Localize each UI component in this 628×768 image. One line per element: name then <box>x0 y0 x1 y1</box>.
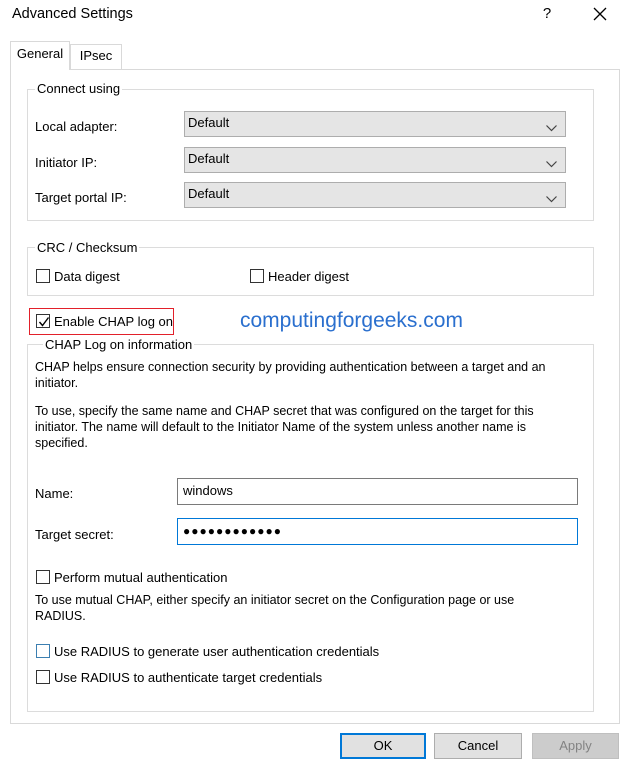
close-button[interactable] <box>582 0 618 30</box>
tab-general[interactable]: General <box>10 41 70 70</box>
chevron-down-icon <box>546 191 557 206</box>
watermark-text: computingforgeeks.com <box>240 309 463 332</box>
header-digest-checkbox[interactable] <box>250 269 264 283</box>
chap-usage-description: To use, specify the same name and CHAP s… <box>35 404 534 450</box>
chevron-down-icon <box>546 120 557 135</box>
data-digest-label: Data digest <box>54 269 120 284</box>
connect-using-legend: Connect using <box>35 81 123 96</box>
local-adapter-value: Default <box>188 115 230 130</box>
header-digest-label: Header digest <box>268 269 349 284</box>
radius-target-checkbox[interactable] <box>36 670 50 684</box>
window-title: Advanced Settings <box>12 6 133 22</box>
target-secret-input[interactable]: ●●●●●●●●●●●● <box>177 518 578 545</box>
name-label: Name: <box>35 486 74 501</box>
mutual-auth-checkbox[interactable] <box>36 570 50 584</box>
target-secret-value: ●●●●●●●●●●●● <box>183 524 282 538</box>
close-icon <box>593 7 607 24</box>
target-secret-label: Target secret: <box>35 527 114 542</box>
name-input[interactable]: windows <box>177 478 578 505</box>
cancel-button[interactable]: Cancel <box>434 733 522 759</box>
help-button[interactable]: ? <box>532 0 562 30</box>
ok-button[interactable]: OK <box>340 733 426 759</box>
radius-generate-label: Use RADIUS to generate user authenticati… <box>54 644 380 659</box>
chevron-down-icon <box>546 156 557 171</box>
local-adapter-label: Local adapter: <box>35 119 118 134</box>
enable-chap-label: Enable CHAP log on <box>54 314 174 329</box>
mutual-auth-description: To use mutual CHAP, either specify an in… <box>35 593 515 623</box>
initiator-ip-select[interactable]: Default <box>184 147 566 173</box>
mutual-auth-label: Perform mutual authentication <box>54 570 228 585</box>
tab-ipsec[interactable]: IPsec <box>70 44 122 69</box>
initiator-ip-label: Initiator IP: <box>35 155 98 170</box>
initiator-ip-value: Default <box>188 151 230 166</box>
target-portal-ip-select[interactable]: Default <box>184 182 566 208</box>
target-portal-ip-label: Target portal IP: <box>35 190 127 205</box>
local-adapter-select[interactable]: Default <box>184 111 566 137</box>
apply-button[interactable]: Apply <box>532 733 619 759</box>
radius-generate-checkbox[interactable] <box>36 644 50 658</box>
radius-target-label: Use RADIUS to authenticate target creden… <box>54 670 323 685</box>
enable-chap-checkbox[interactable] <box>36 314 50 328</box>
chap-description: CHAP helps ensure connection security by… <box>35 360 546 390</box>
data-digest-checkbox[interactable] <box>36 269 50 283</box>
chap-info-legend: CHAP Log on information <box>43 337 195 352</box>
crc-checksum-legend: CRC / Checksum <box>35 240 140 255</box>
target-portal-ip-value: Default <box>188 186 230 201</box>
